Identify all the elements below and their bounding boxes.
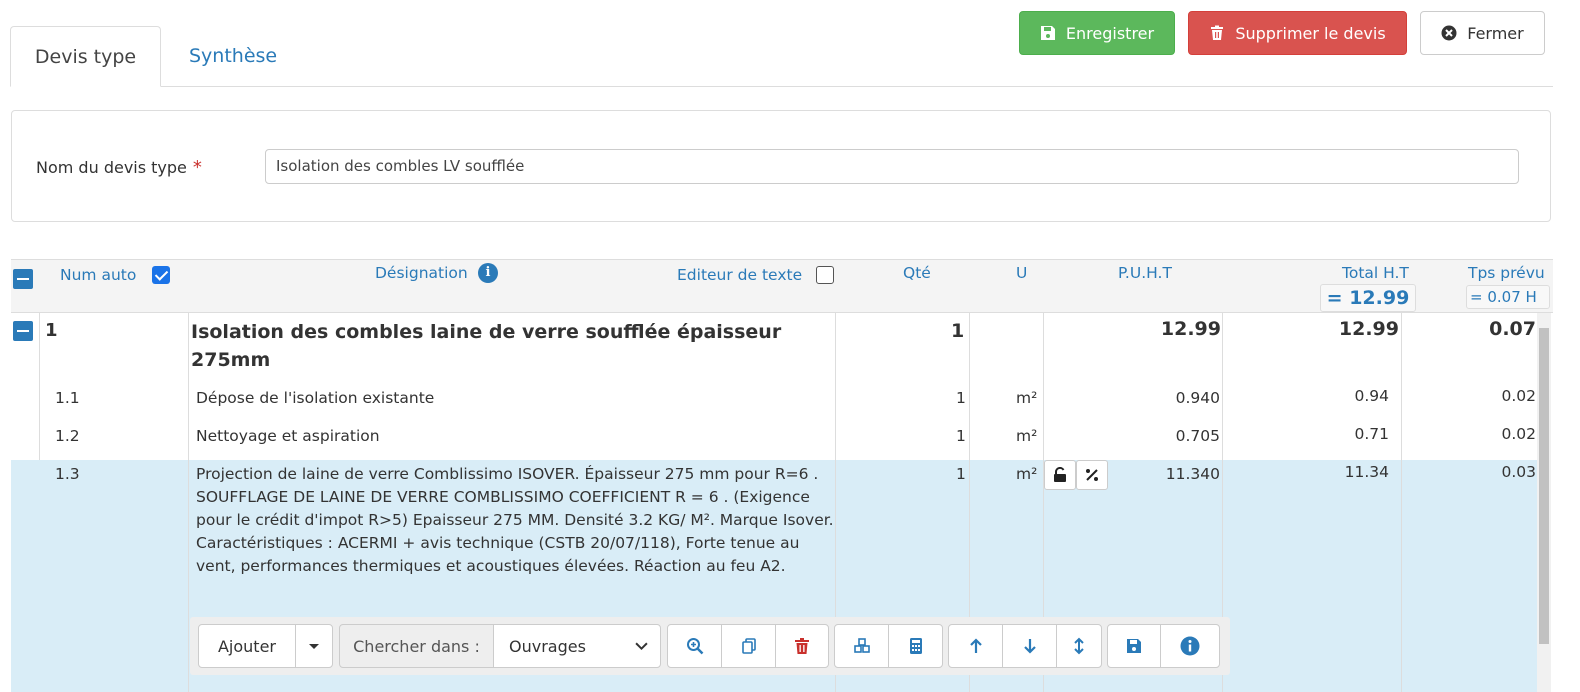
row-num: 1	[45, 320, 58, 341]
col-divider	[39, 313, 40, 460]
row-total: 0.71	[1354, 425, 1389, 443]
delete-quote-button[interactable]: Supprimer le devis	[1188, 11, 1407, 55]
col-divider	[188, 313, 189, 692]
copy-icon	[741, 638, 756, 654]
row-puht[interactable]: 11.340	[1141, 465, 1220, 483]
required-marker: *	[192, 157, 202, 178]
arrow-up-icon	[969, 638, 982, 653]
trash-icon	[795, 638, 809, 654]
unlock-price-button[interactable]	[1044, 460, 1076, 490]
caret-down-icon	[309, 644, 319, 649]
floppy-disk-icon	[1040, 26, 1055, 40]
quote-name-label-text: Nom du devis type	[36, 158, 187, 177]
header-text-editor: Editeur de texte	[677, 266, 803, 284]
collapse-all-button[interactable]	[13, 269, 33, 289]
header-qty[interactable]: Qté	[903, 264, 931, 282]
quote-name-panel: Nom du devis type * Isolation des combles…	[11, 110, 1551, 222]
save-row-button[interactable]	[1107, 624, 1161, 668]
close-circle-icon	[1441, 25, 1457, 41]
quote-name-label: Nom du devis type *	[36, 157, 202, 178]
grid-header: Num auto Désignation i Editeur de texte …	[11, 259, 1553, 313]
close-button[interactable]: Fermer	[1420, 11, 1545, 55]
row-puht[interactable]: 12.99	[1149, 318, 1221, 340]
move-up-button[interactable]	[948, 624, 1003, 668]
row-unit[interactable]: m²	[1016, 389, 1037, 407]
header-puht[interactable]: P.U.H.T	[1118, 264, 1172, 282]
search-in-select[interactable]: Ouvrages	[493, 624, 661, 668]
calculator-icon	[909, 638, 922, 654]
row-time: 0.07	[1489, 318, 1536, 340]
row-designation[interactable]: Isolation des combles laine de verre sou…	[191, 318, 831, 374]
row-designation[interactable]: Projection de laine de verre Comblissimo…	[196, 463, 836, 578]
row-time: 0.03	[1501, 463, 1536, 481]
row-qty[interactable]: 1	[956, 465, 966, 483]
save-label: Enregistrer	[1065, 23, 1155, 43]
unlock-icon	[1054, 467, 1066, 482]
row-num: 1.2	[55, 427, 80, 445]
row-num: 1.1	[55, 389, 80, 407]
time-sum: = 0.07 H	[1466, 285, 1550, 309]
row-designation[interactable]: Nettoyage et aspiration	[196, 427, 380, 445]
header-time[interactable]: Tps prévu	[1468, 264, 1545, 282]
total-ht-sum: = 12.99	[1320, 284, 1416, 312]
search-in-select-value: Ouvrages	[509, 636, 586, 656]
close-label: Fermer	[1467, 23, 1524, 43]
row-puht[interactable]: 0.705	[1141, 427, 1220, 445]
cubes-icon	[853, 638, 870, 653]
tab-devis-type[interactable]: Devis type	[10, 26, 161, 87]
quote-name-input[interactable]: Isolation des combles LV soufflée	[265, 149, 1519, 184]
move-button[interactable]	[1056, 624, 1102, 668]
collapse-row-button[interactable]	[13, 321, 33, 341]
row-puht[interactable]: 0.940	[1141, 389, 1220, 407]
row-toolbar: Ajouter Chercher dans : Ouvrages	[190, 617, 1230, 675]
info-circle-icon	[1180, 636, 1200, 656]
row-designation[interactable]: Dépose de l'isolation existante	[196, 389, 434, 407]
delete-label: Supprimer le devis	[1235, 23, 1386, 43]
row-unit[interactable]: m²	[1016, 465, 1037, 483]
trash-icon	[1211, 25, 1224, 40]
row-qty[interactable]: 1	[951, 320, 964, 342]
arrow-down-icon	[1023, 639, 1036, 654]
components-button[interactable]	[834, 624, 889, 668]
row-unit[interactable]: m²	[1016, 427, 1037, 445]
col-divider	[1401, 313, 1402, 692]
row-qty[interactable]: 1	[956, 389, 966, 407]
calculator-button[interactable]	[888, 624, 943, 668]
zoom-button[interactable]	[667, 624, 722, 668]
header-unit[interactable]: U	[1016, 264, 1027, 282]
row-total: 11.34	[1344, 463, 1389, 481]
text-editor-checkbox[interactable]	[816, 266, 834, 284]
tab-synthese[interactable]: Synthèse	[165, 26, 301, 87]
num-auto-checkbox[interactable]	[152, 266, 170, 284]
header-num-auto[interactable]: Num auto	[60, 266, 136, 284]
delete-row-button[interactable]	[775, 624, 829, 668]
arrows-vertical-icon	[1074, 637, 1084, 655]
zoom-in-icon	[686, 638, 703, 655]
header-total-ht[interactable]: Total H.T	[1342, 264, 1409, 282]
move-down-button[interactable]	[1002, 624, 1057, 668]
add-dropdown-toggle[interactable]	[295, 624, 333, 668]
search-in-label: Chercher dans :	[339, 624, 494, 668]
row-num: 1.3	[55, 465, 80, 483]
row-total: 0.94	[1354, 387, 1389, 405]
add-button[interactable]: Ajouter	[198, 624, 296, 668]
chevron-down-icon	[635, 642, 648, 650]
info-button[interactable]	[1160, 624, 1220, 668]
row-qty[interactable]: 1	[956, 427, 966, 445]
floppy-disk-icon	[1127, 639, 1141, 653]
header-designation[interactable]: Désignation	[375, 264, 468, 282]
copy-button[interactable]	[721, 624, 776, 668]
save-button[interactable]: Enregistrer	[1019, 11, 1175, 55]
designation-info-icon[interactable]: i	[478, 263, 498, 283]
row-time: 0.02	[1501, 425, 1536, 443]
row-time: 0.02	[1501, 387, 1536, 405]
percent-icon	[1086, 469, 1098, 481]
percent-button[interactable]	[1076, 460, 1108, 490]
row-total: 12.99	[1338, 318, 1399, 340]
scrollbar-thumb[interactable]	[1539, 328, 1549, 644]
